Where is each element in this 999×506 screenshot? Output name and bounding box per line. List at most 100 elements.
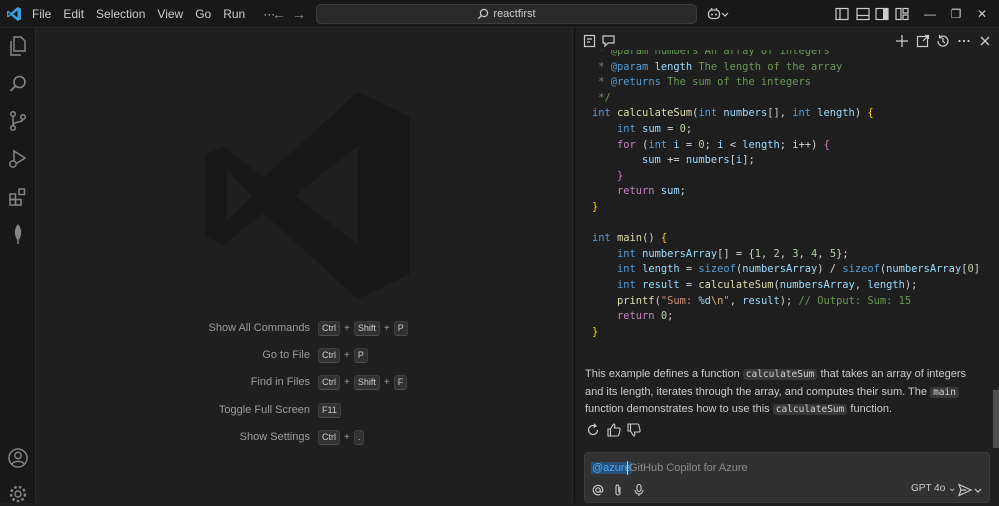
explanation-text: function demonstrates how to use this — [585, 403, 773, 415]
code-block[interactable]: * @param numbers An array of integers * … — [585, 50, 982, 358]
code-line: for (int i = 0; i < length; i++) { — [617, 138, 830, 151]
shortcut-keys: Ctrl + Shift + F — [318, 375, 408, 390]
inline-code: calculateSum — [742, 369, 818, 380]
shortcut-label: Show All Commands — [208, 322, 311, 334]
account-icon[interactable] — [6, 446, 30, 470]
shortcut-show-settings[interactable]: Show Settings Ctrl + . — [36, 429, 572, 449]
shortcut-label: Toggle Full Screen — [218, 404, 310, 416]
code-line: } — [617, 169, 624, 182]
shortcut-toggle-full-screen[interactable]: Toggle Full Screen F11 — [36, 402, 572, 422]
code-line: } — [592, 325, 599, 338]
new-chat-plus-icon[interactable] — [894, 33, 910, 49]
keycap: F — [393, 375, 408, 390]
copilot-chat-panel: * @param numbers An array of integers * … — [576, 28, 999, 503]
microphone-icon[interactable] — [632, 483, 646, 497]
minimize-icon[interactable]: — — [920, 4, 940, 24]
send-options-chevron-icon[interactable] — [973, 482, 983, 498]
menu-edit[interactable]: Edit — [57, 0, 90, 28]
explanation-text: function. — [847, 403, 892, 415]
menu-selection[interactable]: Selection — [90, 0, 151, 28]
activity-bar — [0, 28, 36, 503]
chat-input[interactable]: @azure GitHub Copilot for Azure GPT 4o ⌄ — [584, 452, 990, 503]
code-line: sum += numbers[i]; — [642, 154, 755, 167]
model-name: GPT 4o — [911, 483, 946, 494]
menu-run[interactable]: Run — [217, 0, 251, 28]
code-line: * @param length The length of the array — [592, 60, 843, 73]
code-line: */ — [592, 91, 611, 104]
shortcut-label: Go to File — [262, 349, 310, 361]
shortcut-keys: Ctrl + Shift + P — [318, 321, 408, 336]
editor-area[interactable]: Show All Commands Ctrl + Shift + P Go to F… — [36, 28, 572, 503]
chevron-down-icon[interactable] — [720, 6, 730, 22]
retry-icon[interactable] — [585, 422, 601, 438]
keycap: Shift — [353, 321, 380, 336]
back-arrow-icon[interactable]: ← — [271, 6, 287, 22]
manage-gear-icon[interactable] — [6, 482, 30, 506]
inline-code: main — [930, 386, 959, 398]
code-line: return 0; — [617, 310, 674, 323]
history-icon[interactable] — [935, 33, 951, 49]
menu-go[interactable]: Go — [189, 0, 217, 28]
chat-input-placeholder: GitHub Copilot for Azure — [629, 462, 748, 474]
open-in-editor-icon[interactable] — [915, 33, 931, 49]
more-actions-icon[interactable] — [956, 33, 972, 49]
extensions-icon[interactable] — [6, 185, 30, 209]
toggle-primary-sidebar-icon[interactable] — [834, 6, 850, 22]
code-line: printf("Sum: %d\n", result); // Output: … — [617, 294, 912, 307]
attach-paperclip-icon[interactable] — [611, 483, 625, 497]
chat-edits-icon[interactable] — [582, 33, 598, 49]
code-line: int numbersArray[] = {1, 2, 3, 4, 5}; — [617, 247, 849, 260]
text-caret — [627, 461, 628, 475]
code-line: int length = sizeof(numbersArray) / size… — [617, 263, 982, 276]
shortcut-keys: Ctrl + P — [318, 348, 368, 363]
toggle-panel-icon[interactable] — [855, 6, 871, 22]
chat-scrollbar-thumb[interactable] — [993, 390, 999, 448]
command-center-search[interactable]: reactfirst — [316, 4, 697, 24]
shortcut-find-in-files[interactable]: Find in Files Ctrl + Shift + F — [36, 374, 572, 394]
code-line: int calculateSum(int numbers[], int leng… — [592, 107, 874, 120]
inline-code: calculateSum — [772, 404, 848, 415]
restore-icon[interactable]: ❐ — [946, 4, 966, 24]
forward-arrow-icon[interactable]: → — [291, 6, 307, 22]
keycap: F11 — [318, 403, 341, 418]
menu-file[interactable]: File — [26, 0, 57, 28]
thumbs-up-icon[interactable] — [606, 422, 622, 438]
send-icon[interactable] — [957, 482, 973, 498]
shortcut-show-all-commands[interactable]: Show All Commands Ctrl + Shift + P — [36, 320, 572, 340]
shortcut-go-to-file[interactable]: Go to File Ctrl + P — [36, 347, 572, 367]
vscode-logo-icon[interactable] — [6, 6, 22, 22]
shortcut-keys: Ctrl + . — [318, 430, 365, 445]
code-line: return sum; — [617, 185, 686, 198]
run-and-debug-icon[interactable] — [6, 147, 30, 171]
close-panel-icon[interactable] — [977, 33, 993, 49]
search-text: reactfirst — [493, 8, 536, 20]
code-line: * @returns The sum of the integers — [592, 76, 811, 89]
search-icon — [478, 8, 489, 20]
model-picker[interactable]: GPT 4o ⌄ — [911, 483, 956, 494]
keycap: P — [353, 348, 368, 363]
code-line: int result = calculateSum(numbersArray, … — [617, 278, 918, 291]
close-icon[interactable]: ✕ — [972, 4, 992, 24]
menu-bar: File Edit Selection View Go Run ··· — [26, 0, 281, 28]
code-line: int sum = 0; — [617, 122, 693, 135]
mention-at-icon[interactable] — [591, 483, 605, 497]
explorer-icon[interactable] — [6, 34, 30, 58]
source-control-icon[interactable] — [6, 109, 30, 133]
chat-icon[interactable] — [601, 33, 617, 49]
keycap: Ctrl — [318, 348, 340, 363]
keycap: Ctrl — [318, 375, 340, 390]
menu-view[interactable]: View — [151, 0, 189, 28]
keycap: Shift — [353, 375, 380, 390]
toggle-secondary-sidebar-icon[interactable] — [874, 6, 890, 22]
keycap: . — [353, 430, 365, 445]
code-line: * @param numbers An array of integers — [592, 50, 830, 57]
mongodb-leaf-icon[interactable] — [6, 222, 30, 246]
thumbs-down-icon[interactable] — [626, 422, 642, 438]
code-line: int main() { — [592, 232, 668, 245]
code-content: * @param numbers An array of integers * … — [592, 50, 982, 340]
vscode-watermark-icon — [205, 92, 410, 299]
customize-layout-icon[interactable] — [894, 6, 910, 22]
code-line: } — [592, 200, 599, 213]
search-icon[interactable] — [6, 72, 30, 96]
